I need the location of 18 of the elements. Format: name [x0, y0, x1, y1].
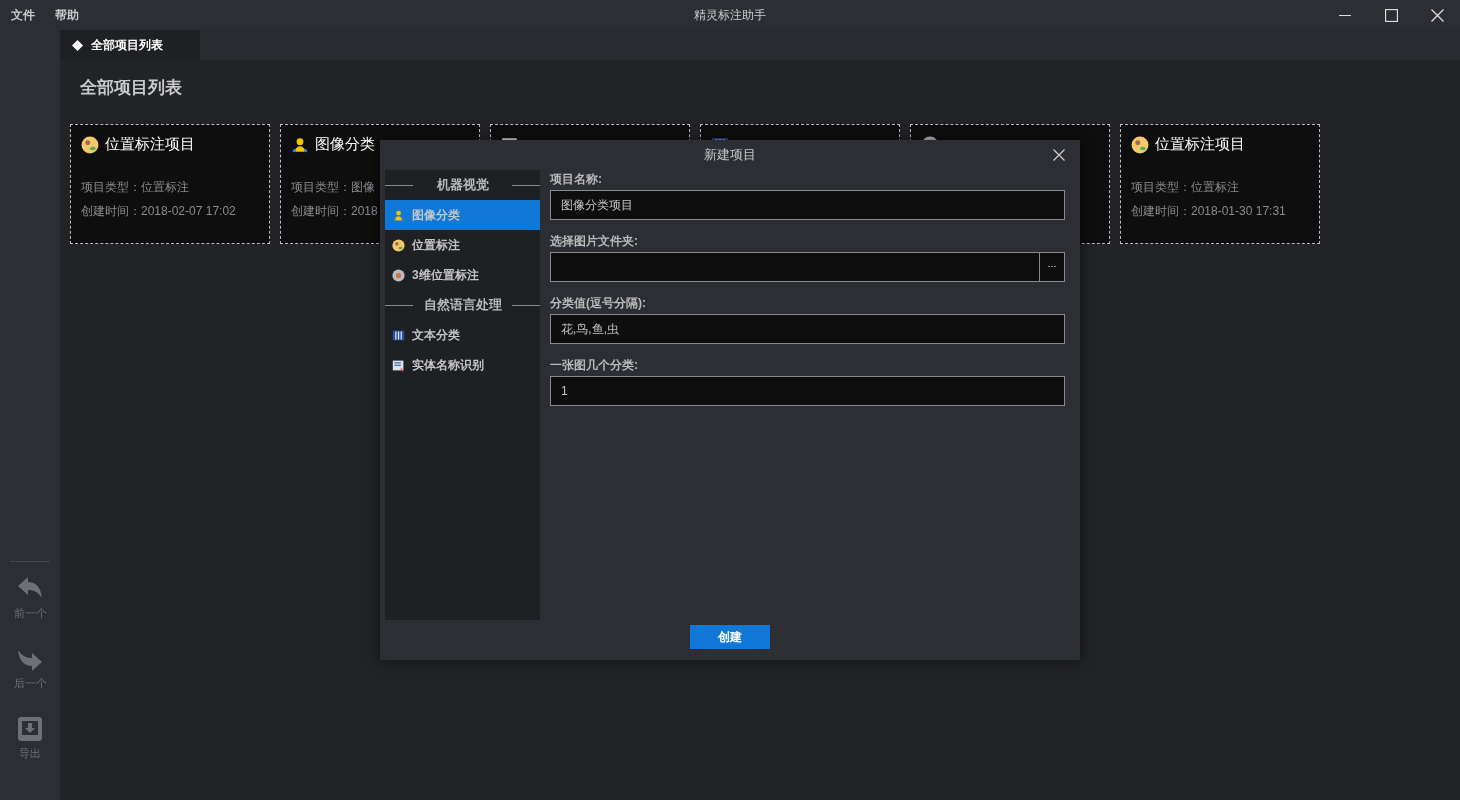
field-label: 选择图片文件夹: [550, 233, 639, 250]
field-label: 分类值(逗号分隔): [550, 295, 647, 312]
card-title: 位置标注项目 [105, 134, 195, 155]
card-type: 项目类型：位置标注 [1131, 178, 1239, 196]
card-date: 创建时间：2018 [291, 202, 378, 220]
dialog-title: 新建项目 [704, 146, 756, 165]
card-type: 项目类型：图像 [291, 178, 375, 196]
category-header: 自然语言处理 [422, 296, 503, 315]
card-date: 创建时间：2018-02-07 17:02 [81, 202, 236, 220]
category-header: 机器视觉 [435, 176, 490, 195]
card-title: 图像分类 [315, 134, 375, 155]
window-title: 精灵标注助手 [694, 7, 766, 24]
card-title: 位置标注项目 [1155, 134, 1245, 155]
card-date: 创建时间：2018-01-30 17:31 [1131, 202, 1286, 220]
field-label: 项目名称: [550, 171, 603, 188]
page-title: 全部项目列表 [80, 77, 183, 99]
field-label: 一张图几个分类: [550, 357, 639, 374]
card-type: 项目类型：位置标注 [81, 178, 189, 196]
